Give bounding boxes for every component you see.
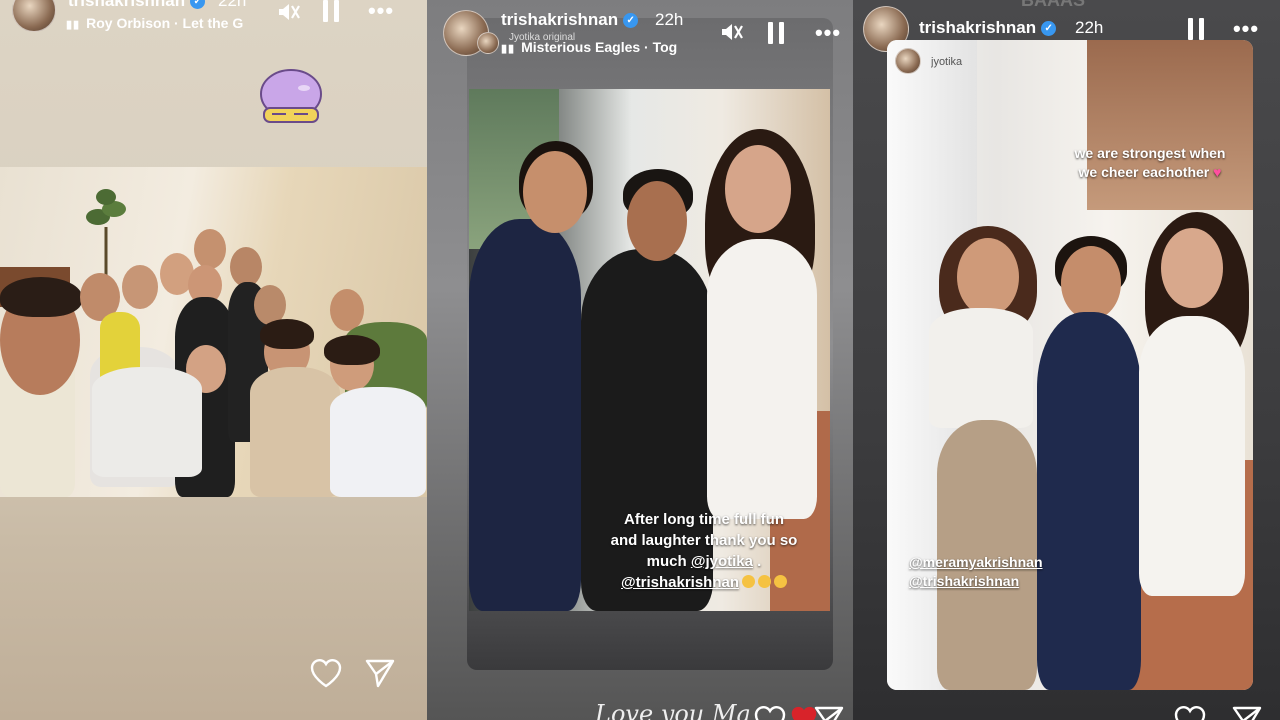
username[interactable]: trishakrishnan ✓	[501, 10, 639, 30]
username-text: trishakrishnan	[501, 10, 619, 29]
person-face	[523, 151, 587, 233]
heart-icon[interactable]	[1173, 704, 1207, 720]
emoji-icon	[758, 575, 771, 588]
person-face	[627, 181, 687, 261]
emoji-icon	[774, 575, 787, 588]
reshare-username[interactable]: jyotika	[931, 56, 1011, 68]
caption-line: and laughter thank you so	[610, 532, 798, 549]
music-bars-icon: ▮▮	[501, 43, 516, 55]
pause-icon[interactable]	[1187, 18, 1205, 40]
send-icon[interactable]	[1231, 704, 1263, 720]
story-panel-1[interactable]: trishakrishnan ✓ 22h ▮▮ Roy Orbison · Let …	[0, 0, 427, 720]
music-text: Roy Orbison · Let the G	[86, 15, 244, 31]
person	[1037, 312, 1141, 690]
pause-icon[interactable]	[322, 0, 340, 22]
avatar-secondary	[477, 32, 499, 54]
caption-line: we are strongest when	[1074, 145, 1226, 161]
emoji-icon	[742, 575, 755, 588]
more-icon[interactable]: •••	[813, 22, 843, 44]
person-face	[1061, 246, 1121, 320]
caption-line: much	[646, 553, 687, 570]
more-icon[interactable]: •••	[366, 0, 396, 22]
person-face	[230, 247, 262, 287]
send-icon[interactable]	[813, 704, 845, 720]
username[interactable]: trishakrishnan ✓	[68, 0, 206, 11]
story-caption: After long time full fun and laughter th…	[579, 509, 829, 593]
person-hair	[0, 277, 82, 317]
plant	[86, 187, 126, 287]
verified-icon: ✓	[623, 13, 639, 28]
person-hair	[260, 319, 314, 349]
username-text: trishakrishnan	[919, 18, 1037, 37]
person	[707, 239, 817, 519]
mention-link[interactable]: @trishakrishnan	[621, 574, 739, 591]
person-hair	[324, 335, 380, 365]
mention-link[interactable]: @jyotika	[691, 553, 753, 570]
person	[1139, 316, 1245, 596]
music-text: Misterious Eagles · Tog	[521, 39, 678, 55]
music-bars-icon: ▮▮	[66, 19, 81, 31]
caption-line: we cheer eachother	[1078, 164, 1210, 180]
reply-text: Love you Ma	[595, 700, 751, 720]
person-face	[957, 238, 1019, 316]
person-face	[1161, 228, 1223, 308]
trio-photo: After long time full fun and laughter th…	[469, 89, 830, 611]
mention-link[interactable]: @trishakrishnan	[909, 573, 1019, 589]
person-face	[194, 229, 226, 269]
pause-icon[interactable]	[767, 22, 785, 44]
ceiling	[1087, 40, 1253, 210]
story-panel-2[interactable]: trishakrishnan ✓ 22h Jyotika original ▮▮ M…	[427, 0, 853, 720]
username-text: trishakrishnan	[68, 0, 186, 10]
mute-icon[interactable]	[719, 20, 745, 44]
story-header: trishakrishnan ✓ 22h Jyotika original ▮▮ M…	[427, 0, 853, 60]
post-time: 22h	[218, 0, 247, 10]
person	[92, 367, 202, 477]
verified-icon: ✓	[1041, 21, 1057, 36]
person	[250, 367, 340, 497]
post-time: 22h	[655, 10, 684, 29]
story-caption: we are strongest when we cheer eachother…	[1047, 144, 1253, 182]
reshared-photo: jyotika we are strongest when we cheer e…	[887, 40, 1253, 690]
story-panel-3[interactable]: BAAAS trishakrishnan ✓ 22h ••• jyotika we…	[853, 0, 1280, 720]
mute-icon[interactable]	[276, 0, 302, 24]
send-icon[interactable]	[364, 657, 396, 689]
username[interactable]: trishakrishnan ✓	[919, 18, 1057, 38]
person-face	[122, 265, 158, 309]
person-face	[725, 145, 791, 233]
music-label[interactable]: ▮▮ Misterious Eagles · Tog	[501, 39, 697, 55]
story-header: trishakrishnan ✓ 22h ▮▮ Roy Orbison · Let …	[0, 0, 427, 60]
reshare-avatar[interactable]	[895, 48, 921, 74]
heart-icon[interactable]	[309, 657, 343, 689]
person	[929, 308, 1033, 428]
more-icon[interactable]: •••	[1231, 18, 1261, 40]
purple-blob-sticker-icon	[258, 66, 324, 128]
mention-list: @meramyakrishnan @trishakrishnan	[909, 554, 1043, 589]
heart-icon[interactable]	[753, 704, 787, 720]
pink-heart-icon: ♥	[1213, 164, 1222, 180]
person	[330, 387, 426, 497]
post-time: 22h	[1075, 18, 1104, 37]
caption-suffix: .	[753, 553, 762, 570]
person	[469, 219, 581, 611]
caption-line: After long time full fun	[624, 511, 784, 528]
avatar[interactable]	[12, 0, 56, 32]
group-photo	[0, 167, 427, 497]
verified-icon: ✓	[190, 0, 206, 9]
mention-link[interactable]: @meramyakrishnan	[909, 554, 1043, 570]
music-label[interactable]: ▮▮ Roy Orbison · Let the G	[66, 15, 256, 31]
